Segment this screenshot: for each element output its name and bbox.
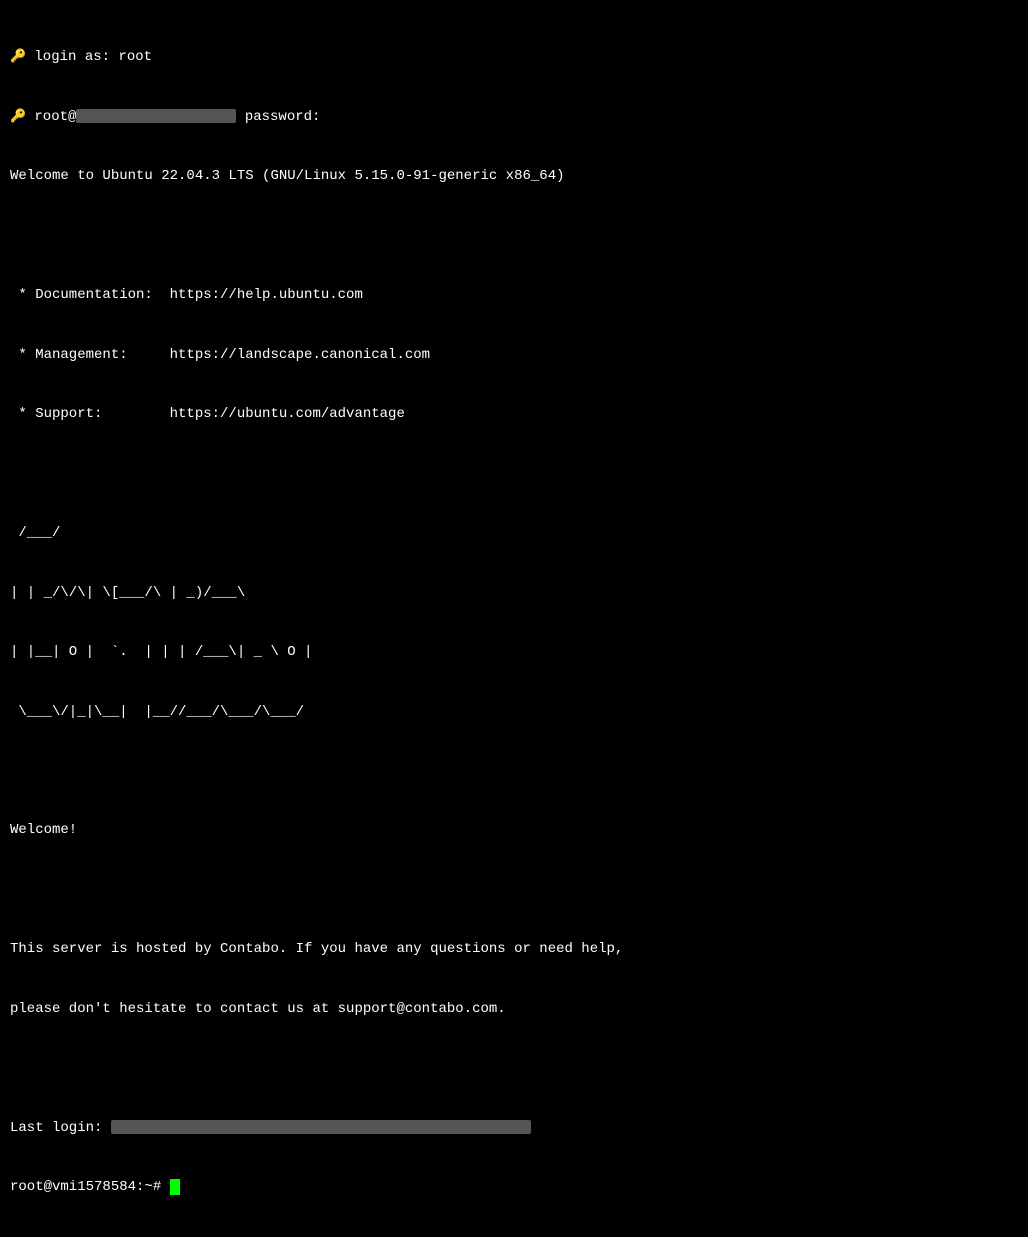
line-support: * Support: https://ubuntu.com/advantage [10, 404, 1018, 424]
redacted-last-login [111, 1120, 531, 1134]
line-prompt: root@vmi1578584:~# [10, 1177, 1018, 1197]
line-welcome-ubuntu: Welcome to Ubuntu 22.04.3 LTS (GNU/Linux… [10, 166, 1018, 186]
mgmt-text: * Management: https://landscape.canonica… [10, 347, 430, 363]
password-label: password: [236, 109, 320, 125]
line-blank5 [10, 1058, 1018, 1078]
last-login-label: Last login: [10, 1120, 102, 1136]
line-ascii1: /___/ [10, 523, 1018, 543]
login-as-text: login as: root [34, 49, 152, 65]
line-blank3 [10, 761, 1018, 781]
hosted-text: This server is hosted by Contabo. If you… [10, 941, 623, 957]
welcome-text: Welcome! [10, 822, 77, 838]
doc-text: * Documentation: https://help.ubuntu.com [10, 287, 363, 303]
line-ascii2: | | _/\/\| \[___/\ | _)/___\ [10, 583, 1018, 603]
support-text: * Support: https://ubuntu.com/advantage [10, 406, 405, 422]
key-icon: 🔑 [10, 48, 26, 64]
line-hosted1: This server is hosted by Contabo. If you… [10, 939, 1018, 959]
line-last-login: Last login: [10, 1118, 1018, 1138]
line-ascii4: \___\/|_|\__| |__//___/\___/\___/ [10, 702, 1018, 722]
line-blank2 [10, 464, 1018, 484]
hosted-text2: please don't hesitate to contact us at s… [10, 1001, 506, 1017]
welcome-ubuntu-text: Welcome to Ubuntu 22.04.3 LTS (GNU/Linux… [10, 168, 565, 184]
cursor-block [170, 1179, 180, 1195]
line-welcome: Welcome! [10, 820, 1018, 840]
line-ascii3: | |__| O | `. | | | /___\| _ \ O | [10, 642, 1018, 662]
key-icon-2: 🔑 [10, 108, 26, 124]
line-blank4 [10, 880, 1018, 900]
line-blank1 [10, 226, 1018, 246]
redacted-username [76, 109, 236, 123]
root-at-text: root@ [34, 109, 76, 125]
line-doc: * Documentation: https://help.ubuntu.com [10, 285, 1018, 305]
terminal-output: 🔑 login as: root 🔑 root@ password: Welco… [10, 8, 1018, 1237]
line-hosted2: please don't hesitate to contact us at s… [10, 999, 1018, 1019]
line-root-password: 🔑 root@ password: [10, 107, 1018, 127]
line-mgmt: * Management: https://landscape.canonica… [10, 345, 1018, 365]
line-login-icon: 🔑 login as: root [10, 47, 1018, 67]
terminal-window[interactable]: 🔑 login as: root 🔑 root@ password: Welco… [0, 0, 1028, 976]
prompt-text: root@vmi1578584:~# [10, 1179, 170, 1195]
